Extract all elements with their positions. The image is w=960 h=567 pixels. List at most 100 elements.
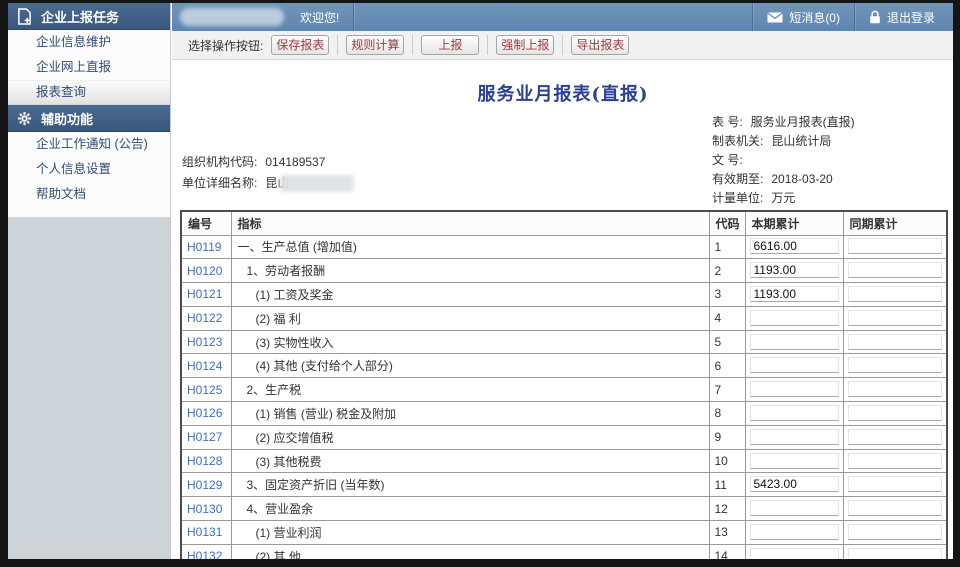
indicator-cell: (1) 销售 (营业) 税金及附加 — [231, 402, 709, 426]
username-redacted — [180, 8, 284, 26]
col-header-indicator: 指标 — [231, 211, 709, 235]
meta-line: 表 号:服务业月报表(直报) — [712, 113, 855, 132]
current-period-cell — [745, 473, 843, 497]
same-period-input[interactable] — [848, 286, 943, 302]
table-row: H0121(1) 工资及奖金3 — [181, 283, 947, 307]
table-row: H0126(1) 销售 (营业) 税金及附加8 — [181, 402, 947, 426]
table-row: H0128(3) 其他税费10 — [181, 449, 947, 473]
current-period-input[interactable] — [750, 262, 839, 278]
meta-label: 计量单位: — [712, 191, 763, 205]
same-period-input[interactable] — [848, 405, 943, 421]
force-submit-button[interactable]: 强制上报 — [496, 35, 554, 55]
row-id-link[interactable]: H0124 — [187, 359, 222, 373]
same-period-input[interactable] — [848, 381, 943, 397]
code-cell: 3 — [709, 283, 745, 307]
indicator-cell: (3) 实物性收入 — [231, 330, 709, 354]
rule-calculate-button[interactable]: 规则计算 — [346, 35, 404, 55]
topbar-divider — [353, 3, 354, 31]
row-id-link[interactable]: H0128 — [187, 454, 222, 468]
current-period-input[interactable] — [750, 548, 839, 560]
row-id-cell: H0120 — [181, 259, 231, 283]
row-id-link[interactable]: H0119 — [187, 240, 221, 254]
sidebar-group-label: 企业上报任务 — [41, 7, 119, 26]
sidebar-item-enterprise-info-maintain[interactable]: 企业信息维护 — [8, 30, 170, 55]
sidebar-item-work-notice[interactable]: 企业工作通知 (公告) — [8, 132, 170, 157]
current-period-input[interactable] — [750, 310, 839, 326]
row-id-link[interactable]: H0130 — [187, 502, 222, 516]
table-row: H0132(2) 其 他14 — [181, 544, 947, 559]
current-period-input[interactable] — [750, 429, 839, 445]
current-period-input[interactable] — [750, 524, 839, 540]
sidebar-item-enterprise-online-report[interactable]: 企业网上直报 — [8, 55, 170, 80]
current-period-input[interactable] — [750, 500, 839, 516]
indicator-cell: (2) 其 他 — [231, 544, 709, 559]
logout-link[interactable]: 退出登录 — [855, 3, 949, 31]
report-meta-right: 表 号:服务业月报表(直报)制表机关:昆山统计局文 号:有效期至:2018-03… — [712, 113, 855, 208]
same-period-cell — [843, 425, 947, 449]
toolbar-label: 选择操作按钮: — [188, 37, 263, 54]
toolbar-buttons: 保存报表规则计算上报强制上报导出报表 — [263, 35, 637, 55]
redacted-blur — [280, 175, 354, 192]
sidebar-item-help-docs[interactable]: 帮助文档 — [8, 182, 170, 207]
same-period-input[interactable] — [848, 238, 943, 254]
same-period-cell — [843, 378, 947, 402]
row-id-link[interactable]: H0125 — [187, 383, 222, 397]
report-content: 服务业月报表(直报) 表 号:服务业月报表(直报)制表机关:昆山统计局文 号:有… — [172, 60, 953, 559]
row-id-cell: H0123 — [181, 330, 231, 354]
indicator-cell: (3) 其他税费 — [231, 449, 709, 473]
sidebar-menu: 企业上报任务 企业信息维护 企业网上直报 报表查询 辅助功能 企业工作通知 (公… — [8, 3, 170, 217]
meta-value: 014189537 — [265, 155, 325, 169]
row-id-link[interactable]: H0123 — [187, 335, 222, 349]
row-id-cell: H0127 — [181, 425, 231, 449]
same-period-input[interactable] — [848, 429, 943, 445]
toolbar: 选择操作按钮: 保存报表规则计算上报强制上报导出报表 — [172, 31, 953, 60]
same-period-input[interactable] — [848, 524, 943, 540]
current-period-input[interactable] — [750, 286, 839, 302]
current-period-input[interactable] — [750, 357, 839, 373]
current-period-input[interactable] — [750, 405, 839, 421]
save-report-button[interactable]: 保存报表 — [271, 35, 329, 55]
table-row: H0131(1) 营业利润13 — [181, 521, 947, 545]
submit-button[interactable]: 上报 — [421, 35, 479, 55]
row-id-link[interactable]: H0121 — [187, 287, 222, 301]
same-period-input[interactable] — [848, 548, 943, 560]
row-id-cell: H0129 — [181, 473, 231, 497]
current-period-input[interactable] — [750, 334, 839, 350]
current-period-input[interactable] — [750, 381, 839, 397]
table-row: H0119一、生产总值 (增加值)1 — [181, 235, 947, 259]
row-id-link[interactable]: H0127 — [187, 430, 222, 444]
messages-link[interactable]: 短消息(0) — [753, 3, 854, 31]
same-period-input[interactable] — [848, 500, 943, 516]
same-period-cell — [843, 235, 947, 259]
row-id-link[interactable]: H0131 — [187, 525, 222, 539]
export-report-button[interactable]: 导出报表 — [571, 35, 629, 55]
report-meta-left: 组织机构代码:014189537单位详细名称:昆山 — [182, 152, 354, 194]
col-header-same-period: 同期累计 — [843, 211, 947, 235]
current-period-input[interactable] — [750, 476, 839, 492]
meta-line: 制表机关:昆山统计局 — [712, 132, 855, 151]
same-period-input[interactable] — [848, 453, 943, 469]
current-period-input[interactable] — [750, 238, 839, 254]
row-id-link[interactable]: H0126 — [187, 406, 222, 420]
same-period-input[interactable] — [848, 262, 943, 278]
same-period-input[interactable] — [848, 357, 943, 373]
current-period-input[interactable] — [750, 453, 839, 469]
current-period-cell — [745, 235, 843, 259]
row-id-cell: H0130 — [181, 497, 231, 521]
same-period-input[interactable] — [848, 310, 943, 326]
sidebar-item-personal-settings[interactable]: 个人信息设置 — [8, 157, 170, 182]
sidebar-item-report-query[interactable]: 报表查询 — [8, 80, 170, 105]
current-period-cell — [745, 497, 843, 521]
code-cell: 13 — [709, 521, 745, 545]
code-cell: 1 — [709, 235, 745, 259]
same-period-input[interactable] — [848, 334, 943, 350]
sidebar-group-aux-functions[interactable]: 辅助功能 — [8, 105, 170, 132]
sidebar-group-report-tasks[interactable]: 企业上报任务 — [8, 3, 170, 30]
logout-label: 退出登录 — [887, 9, 935, 26]
row-id-link[interactable]: H0122 — [187, 311, 222, 325]
row-id-link[interactable]: H0120 — [187, 264, 222, 278]
row-id-link[interactable]: H0132 — [187, 549, 222, 559]
row-id-link[interactable]: H0129 — [187, 478, 222, 492]
current-period-cell — [745, 306, 843, 330]
same-period-input[interactable] — [848, 476, 943, 492]
